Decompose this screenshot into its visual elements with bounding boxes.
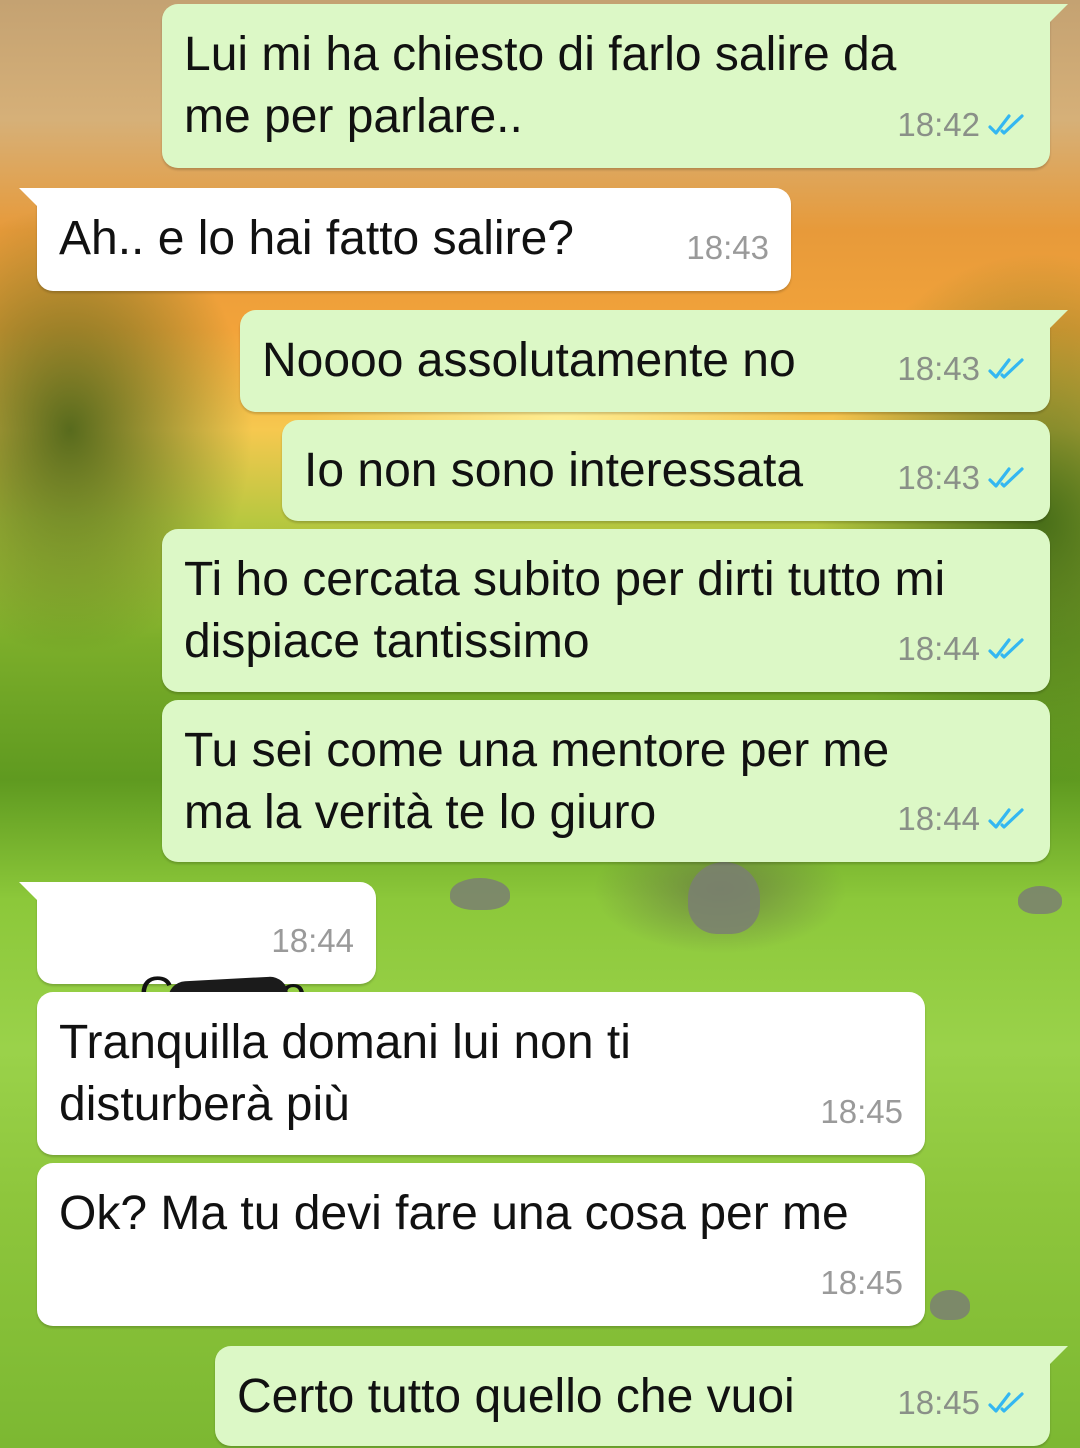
incoming-message[interactable]: Ok? Ma tu devi fare una cosa per me 18:4… [37,1163,925,1326]
outgoing-message[interactable]: Certo tutto quello che vuoi 18:45 [215,1346,1068,1446]
message-text: Lui mi ha chiesto di farlo salire da me … [184,28,897,143]
message-time: 18:43 [897,459,980,496]
message-time: 18:44 [897,800,980,837]
outgoing-message[interactable]: Io non sono interessata 18:43 [282,420,1050,521]
outgoing-message[interactable]: Noooo assolutamente no 18:43 [240,310,1068,412]
message-text: Ok? Ma tu devi fare una cosa per me [59,1187,849,1240]
outgoing-message[interactable]: Lui mi ha chiesto di farlo salire da me … [162,4,1068,168]
message-meta: 18:44 [897,788,1028,850]
double-check-icon [988,114,1024,135]
message-time: 18:45 [897,1384,980,1421]
message-text: Ti ho cercata subito per dirti tutto mi … [184,553,946,668]
message-meta: 18:45 [897,1372,1028,1434]
double-check-icon [988,808,1024,829]
double-check-icon [988,358,1024,379]
outgoing-message[interactable]: Tu sei come una mentore per me ma la ver… [162,700,1050,862]
message-meta: 18:45 [820,1252,903,1314]
double-check-icon [988,1392,1024,1413]
message-meta: 18:43 [686,217,769,279]
message-list[interactable]: Lui mi ha chiesto di farlo salire da me … [0,0,1080,1448]
message-time: 18:45 [820,1093,903,1130]
message-time: 18:44 [897,630,980,667]
message-text: Io non sono interessata [304,444,804,497]
message-text: Tu sei come una mentore per me ma la ver… [184,724,890,839]
message-time: 18:45 [820,1264,903,1301]
message-text: Noooo assolutamente no [262,334,796,387]
double-check-icon [988,638,1024,659]
message-text: Tranquilla domani lui non ti disturberà … [59,1016,631,1131]
message-time: 18:44 [271,922,354,959]
message-meta: 18:44 [271,910,354,972]
incoming-message[interactable]: Co 18:44 [19,882,376,1021]
message-text: Ah.. e lo hai fatto salire? [59,212,574,265]
incoming-message[interactable]: Tranquilla domani lui non ti disturberà … [37,992,925,1155]
message-time: 18:43 [897,350,980,387]
message-meta: 18:43 [897,338,1028,400]
message-text: Certo tutto quello che vuoi [237,1370,795,1423]
message-time: 18:43 [686,229,769,266]
incoming-message[interactable]: Ah.. e lo hai fatto salire? 18:43 [19,188,791,291]
message-time: 18:42 [897,106,980,143]
message-meta: 18:44 [897,618,1028,680]
message-meta: 18:45 [820,1081,903,1143]
outgoing-message[interactable]: Ti ho cercata subito per dirti tutto mi … [162,529,1050,692]
message-meta: 18:42 [897,94,1028,156]
double-check-icon [988,467,1024,488]
message-meta: 18:43 [897,447,1028,509]
